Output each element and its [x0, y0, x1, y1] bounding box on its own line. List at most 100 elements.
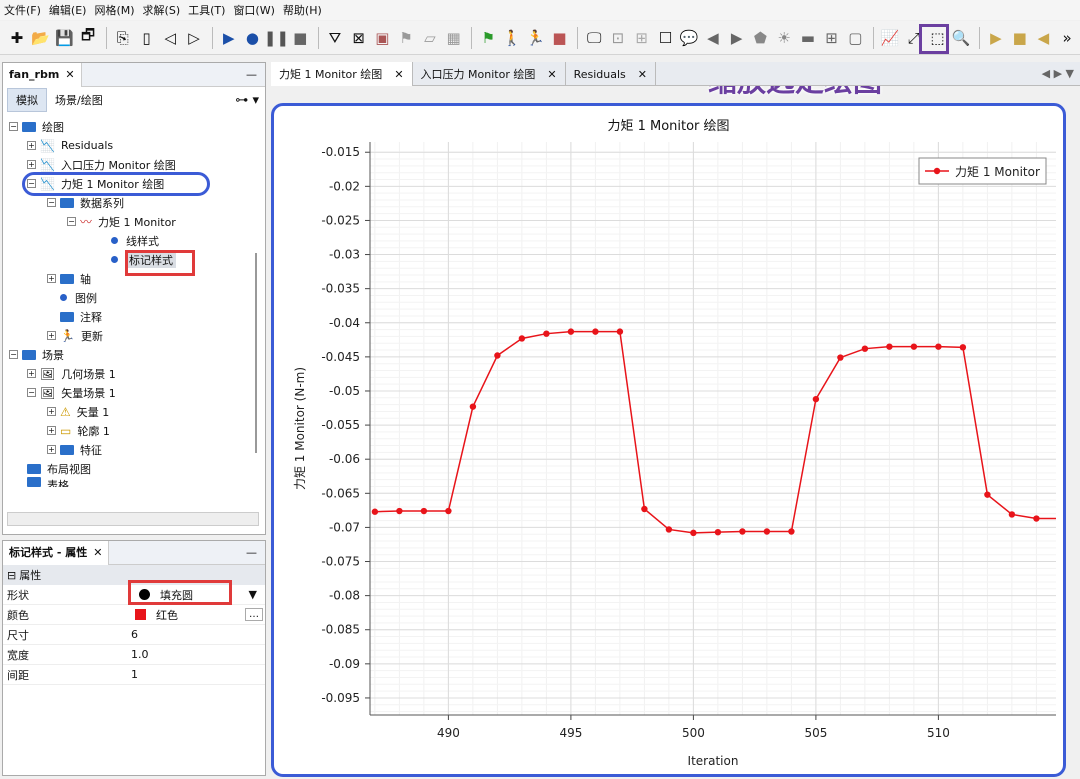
tree-item-update[interactable]: + 🏃 更新 — [47, 326, 103, 345]
spacing-field[interactable]: 1 — [131, 668, 265, 681]
forward-icon[interactable]: ▷ — [183, 27, 205, 49]
tree-item-outline[interactable]: + ▭ 轮廓 1 — [47, 421, 110, 440]
chat-icon[interactable]: 💬 — [678, 27, 700, 49]
vertical-scrollbar[interactable] — [255, 253, 257, 453]
tree-item-scenes[interactable]: − 场景 — [9, 345, 64, 364]
play-icon[interactable]: ▶ — [985, 27, 1007, 49]
collapse-icon[interactable]: − — [27, 388, 36, 397]
tree-item-residuals[interactable]: + 📉 Residuals — [27, 136, 113, 155]
tab-fan-rbm[interactable]: fan_rbm ✕ — [3, 62, 82, 87]
horizontal-scrollbar[interactable] — [7, 512, 259, 526]
prop-row-spacing[interactable]: 间距 1 — [3, 665, 265, 685]
tree-item-vector[interactable]: + ⚠ 矢量 1 — [47, 402, 109, 421]
part-icon[interactable]: ▣ — [372, 27, 394, 49]
save-all-icon[interactable]: 🗗 — [77, 26, 99, 49]
plot-area[interactable]: 力矩 1 Monitor 绘图 490 495 500 505 510 -0.015 -0.… — [271, 103, 1066, 777]
light-icon[interactable]: ☀ — [773, 27, 795, 49]
collapse-icon[interactable]: − — [67, 217, 76, 226]
tree-item-plots[interactable]: − 绘图 — [9, 117, 64, 136]
tab-marker-properties[interactable]: 标记样式 - 属性 ✕ — [3, 540, 110, 565]
menu-window[interactable]: 窗口(W) — [233, 2, 274, 18]
size-field[interactable]: 6 — [131, 628, 265, 641]
box-icon[interactable]: ▢ — [844, 27, 866, 49]
tree-item-vector-scene[interactable]: − 🖼 矢量场景 1 — [27, 383, 116, 402]
run-icon[interactable]: ● — [242, 27, 264, 49]
tab-scroll-icon[interactable]: ◀ ▶ ▼ — [1042, 62, 1074, 85]
pause-icon[interactable]: ❚❚ — [264, 27, 289, 49]
tree-item-features[interactable]: + 特征 — [47, 440, 102, 459]
menu-file[interactable]: 文件(F) — [4, 2, 41, 18]
expand-icon[interactable]: + — [27, 141, 36, 150]
stop-red-icon[interactable]: ■ — [549, 27, 571, 49]
tab-moment-plot[interactable]: 力矩 1 Monitor 绘图 ✕ — [271, 62, 413, 86]
expand-icon[interactable]: + — [27, 160, 36, 169]
grid-x-icon[interactable]: ⊞ — [631, 27, 653, 49]
close-icon[interactable]: ✕ — [638, 68, 647, 81]
arrow-right-icon[interactable]: ▶ — [726, 27, 748, 49]
tab-residuals[interactable]: Residuals ✕ — [566, 62, 656, 86]
tree-item-geometry-scene[interactable]: + 🖼 几何场景 1 — [27, 364, 116, 383]
chevron-down-icon[interactable]: ▼ — [249, 588, 257, 601]
new-icon[interactable]: ✚ — [6, 27, 28, 49]
step-icon[interactable]: ▶ — [218, 27, 240, 49]
menu-help[interactable]: 帮助(H) — [283, 2, 322, 18]
prop-row-color[interactable]: 颜色 红色… — [3, 605, 265, 625]
close-icon[interactable]: ✕ — [394, 68, 403, 81]
plot-icon[interactable]: 📈 — [879, 27, 901, 49]
stop-gold-icon[interactable]: ■ — [1009, 27, 1031, 49]
tree-item-tables[interactable]: 表格 — [27, 477, 69, 487]
tab-inlet-pressure-plot[interactable]: 入口压力 Monitor 绘图 ✕ — [413, 62, 566, 86]
run-man-icon[interactable]: 🏃 — [525, 27, 547, 49]
subtab-scenes-plots[interactable]: 场景/绘图 — [47, 89, 111, 111]
tree-tools-icon[interactable]: ⊶ ▾ — [235, 93, 259, 108]
line-chart[interactable]: 490 495 500 505 510 -0.015 -0.02 -0.025 -0.03 -0.… — [274, 106, 1063, 774]
color-field[interactable]: 红色… — [131, 607, 265, 623]
menu-mesh[interactable]: 网格(M) — [94, 2, 134, 18]
grid-icon[interactable]: ⊞ — [821, 27, 843, 49]
green-flag-icon[interactable]: ⚑ — [477, 27, 499, 49]
copy-icon[interactable]: ⎘ — [112, 27, 134, 49]
document-icon[interactable]: ▯ — [136, 27, 158, 49]
close-icon[interactable]: ✕ — [93, 546, 102, 559]
expand-icon[interactable]: + — [47, 426, 56, 435]
minimize-icon[interactable]: — — [246, 68, 257, 81]
ellipsis-button[interactable]: … — [245, 608, 263, 621]
back-icon[interactable]: ◁ — [159, 27, 181, 49]
menu-solve[interactable]: 求解(S) — [143, 2, 181, 18]
collapse-icon[interactable]: − — [9, 122, 18, 131]
expand-icon[interactable]: + — [47, 274, 56, 283]
tree-item-axes[interactable]: + 轴 — [47, 269, 91, 288]
menu-tools[interactable]: 工具(T) — [188, 2, 225, 18]
expand-icon[interactable]: + — [47, 331, 56, 340]
subtab-simulation[interactable]: 模拟 — [7, 88, 47, 112]
stop-icon[interactable]: ■ — [289, 27, 311, 49]
expand-icon[interactable]: + — [47, 407, 56, 416]
monitor-icon[interactable]: 🖵 — [583, 27, 605, 49]
tree-item-line-style[interactable]: 线样式 — [111, 231, 159, 250]
zoom-fit-icon[interactable]: ⊡ — [607, 27, 629, 49]
collapse-icon[interactable]: − — [47, 198, 56, 207]
window-icon[interactable]: ☐ — [655, 27, 677, 49]
more-icon[interactable]: » — [1056, 27, 1078, 49]
mesh-icon[interactable]: ⊠ — [348, 27, 370, 49]
rewind-icon[interactable]: ◀ — [1033, 27, 1055, 49]
filter-icon[interactable]: ⛛ — [324, 27, 346, 49]
minimize-icon[interactable]: — — [246, 546, 257, 559]
close-icon[interactable]: ✕ — [65, 68, 74, 81]
collapse-icon[interactable]: ⊟ — [7, 569, 16, 582]
open-folder-icon[interactable]: 📂 — [30, 27, 52, 49]
layer-icon[interactable]: ▬ — [797, 27, 819, 49]
zoom-dropdown-icon[interactable]: 🔍 — [950, 27, 972, 49]
expand-icon[interactable]: + — [47, 445, 56, 454]
flag-icon[interactable]: ⚑ — [395, 27, 417, 49]
walk-icon[interactable]: 🚶 — [501, 27, 523, 49]
width-field[interactable]: 1.0 — [131, 648, 265, 661]
prop-row-size[interactable]: 尺寸 6 — [3, 625, 265, 645]
shape-icon[interactable]: ⬟ — [749, 27, 771, 49]
tree-item-annotations[interactable]: 注释 — [60, 307, 102, 326]
tree-item-layout-view[interactable]: 布局视图 — [27, 459, 91, 478]
prop-row-width[interactable]: 宽度 1.0 — [3, 645, 265, 665]
tree-item-moment-monitor[interactable]: − 〰力矩 1 Monitor — [67, 212, 176, 231]
tree-item-legend[interactable]: 图例 — [60, 288, 97, 307]
arrow-left-icon[interactable]: ◀ — [702, 27, 724, 49]
